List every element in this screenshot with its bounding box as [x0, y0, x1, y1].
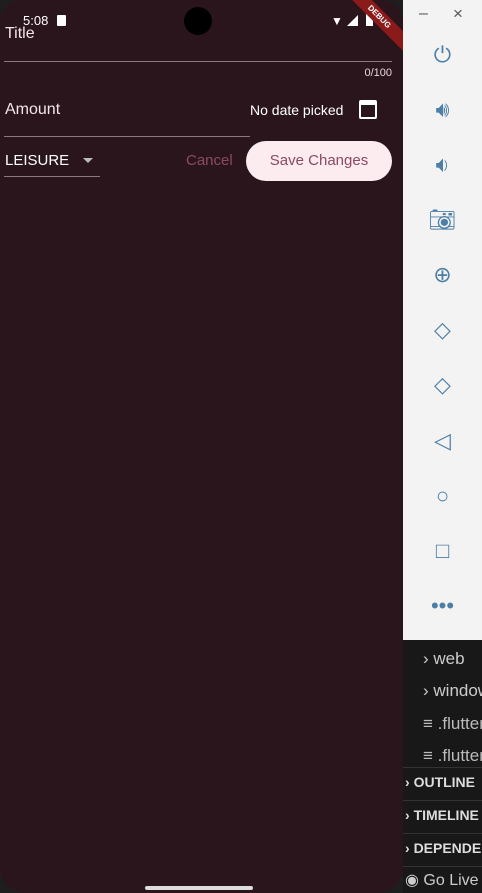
category-value: LEISURE	[5, 152, 70, 169]
calendar-icon[interactable]	[359, 100, 377, 119]
tree-item-file[interactable]: ≡ .flutter-plugins-dependencies	[423, 742, 482, 770]
category-dropdown[interactable]: LEISURE	[4, 148, 100, 177]
cancel-button[interactable]: Cancel	[186, 152, 233, 169]
item-label: .flutter-plugins-dependencies	[437, 746, 482, 765]
home-indicator	[145, 886, 253, 890]
save-changes-button[interactable]: Save Changes	[246, 141, 392, 181]
tree-item-file[interactable]: ≡ .flutter-plugins	[423, 710, 482, 738]
zoom-icon[interactable]: ⊕	[403, 262, 482, 288]
minimize-button[interactable]: –	[419, 5, 428, 23]
section-outline[interactable]: › OUTLINE	[403, 767, 482, 795]
overview-icon[interactable]: □	[403, 538, 482, 564]
phone-screen: 5:08 ▼ DEBUG Title 0/100 Amount No date …	[0, 0, 403, 893]
item-label: windows	[433, 681, 482, 700]
emulator-toolbar: – × ⏻ 🔊︎ 🔉︎ 📷︎ ⊕ ◇ ◇ ◁ ○ □ •••	[403, 0, 482, 640]
amount-input[interactable]	[4, 90, 250, 136]
title-counter: 0/100	[364, 67, 392, 79]
tree-item-windows[interactable]: › windows	[423, 677, 482, 705]
chevron-down-icon	[83, 158, 93, 163]
back-icon[interactable]: ◁	[403, 428, 482, 454]
section-label: OUTLINE	[413, 774, 476, 790]
section-dependencies[interactable]: › DEPENDENCIES	[403, 833, 482, 861]
camera-icon[interactable]: 📷︎	[403, 207, 482, 233]
close-button[interactable]: ×	[453, 4, 463, 24]
go-live-label: Go Live	[423, 872, 479, 889]
volume-down-icon[interactable]: 🔉︎	[403, 152, 482, 178]
power-icon[interactable]: ⏻	[403, 42, 482, 68]
tree-item-web[interactable]: › web	[423, 645, 465, 673]
more-icon[interactable]: •••	[403, 593, 482, 619]
section-label: DEPENDENCIES	[413, 840, 482, 856]
item-label: web	[433, 649, 465, 668]
rotate-left-icon[interactable]: ◇	[403, 317, 482, 343]
section-timeline[interactable]: › TIMELINE	[403, 800, 482, 828]
home-icon[interactable]: ○	[403, 483, 482, 509]
go-live-button[interactable]: ◉ Go Live	[403, 866, 482, 893]
volume-up-icon[interactable]: 🔊︎	[403, 97, 482, 123]
vscode-explorer: › web › windows ≡ .flutter-plugins ≡ .fl…	[403, 640, 482, 893]
amount-underline	[4, 136, 250, 137]
date-text: No date picked	[250, 102, 344, 118]
title-input[interactable]	[4, 20, 392, 62]
section-label: TIMELINE	[413, 807, 479, 823]
item-label: .flutter-plugins	[437, 714, 482, 733]
title-underline	[4, 61, 392, 62]
category-underline	[4, 176, 100, 177]
rotate-right-icon[interactable]: ◇	[403, 372, 482, 398]
